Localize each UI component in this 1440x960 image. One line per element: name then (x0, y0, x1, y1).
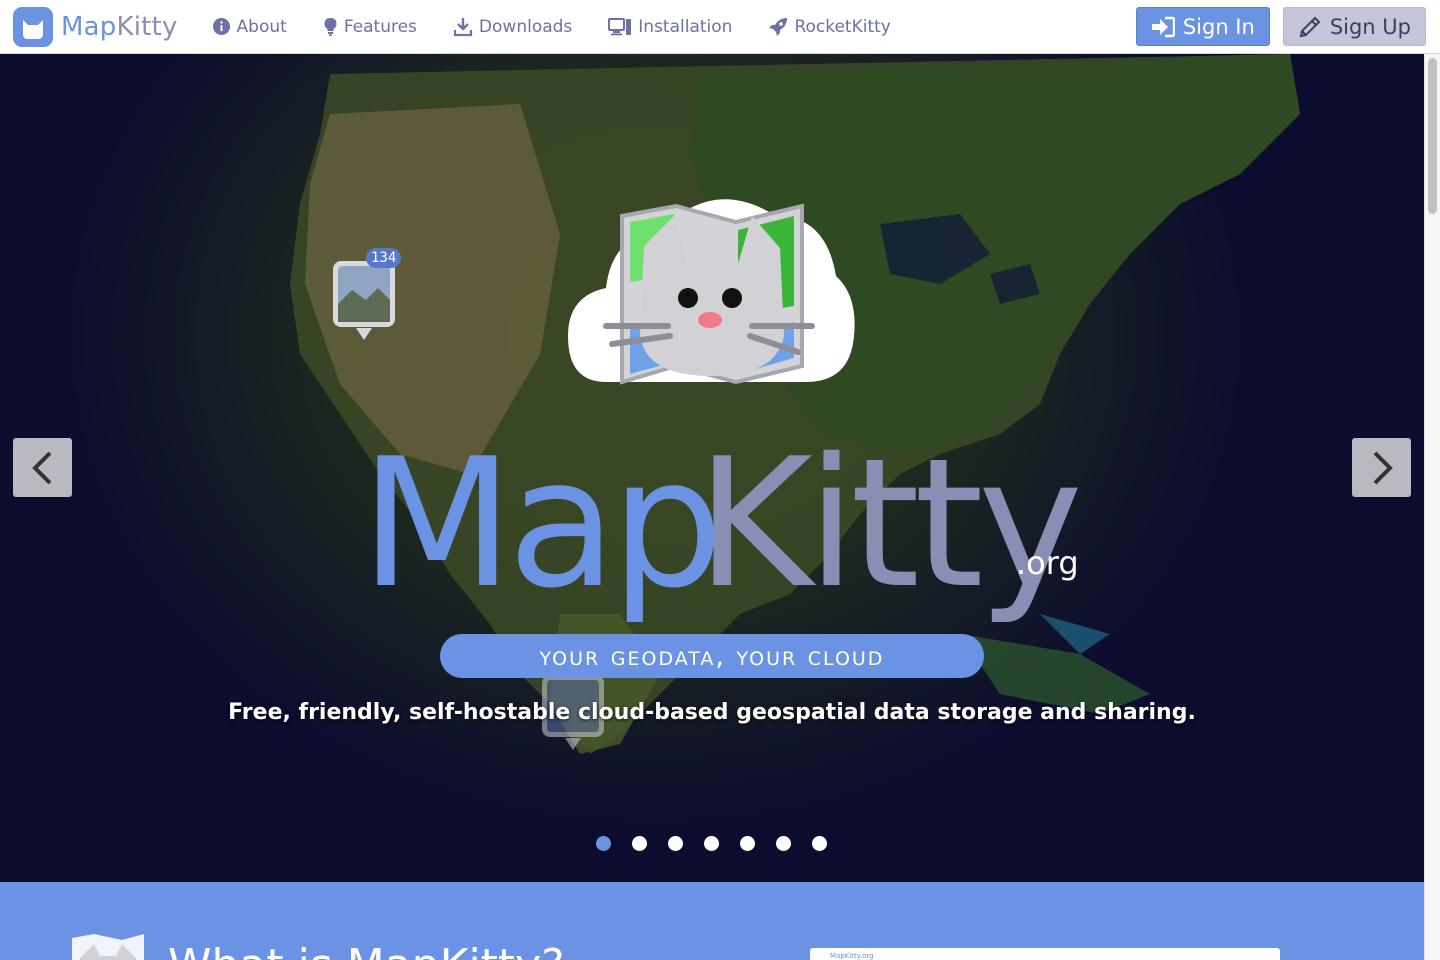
carousel-dot[interactable] (812, 836, 827, 851)
sign-in-button[interactable]: Sign In (1135, 7, 1270, 46)
carousel-dot[interactable] (704, 836, 719, 851)
about-section: What is MapKitty? MapKitty.org (0, 882, 1424, 960)
page-scrollbar[interactable] (1424, 54, 1440, 960)
carousel-next-button[interactable] (1352, 438, 1411, 497)
nav-links: About Features Downloads Installation Ro… (212, 0, 927, 54)
hero-title-map: Map (360, 420, 724, 627)
map-cat-icon (72, 934, 144, 960)
nav-rocketkitty-label: RocketKitty (794, 16, 891, 37)
auth-buttons: Sign In Sign Up (1135, 7, 1426, 46)
nav-installation-label: Installation (638, 16, 733, 37)
nav-installation[interactable]: Installation (608, 0, 732, 54)
download-icon (453, 17, 473, 36)
sign-up-label: Sign Up (1329, 14, 1411, 39)
brand-name-map: Map (61, 11, 117, 42)
hero-carousel: 134 Map Kitty .org your geodata, your cl… (0, 54, 1424, 882)
carousel-dot[interactable] (740, 836, 755, 851)
sign-up-button[interactable]: Sign Up (1282, 7, 1426, 46)
nav-about-label: About (236, 16, 287, 37)
nav-downloads-label: Downloads (478, 16, 573, 37)
brand-name: MapKitty (61, 12, 178, 42)
carousel-dot[interactable] (776, 836, 791, 851)
info-icon (212, 17, 230, 36)
scrollbar-thumb[interactable] (1428, 58, 1437, 214)
hero-title: Map Kitty .org (360, 424, 1120, 624)
map-marker[interactable]: 134 (332, 248, 402, 348)
nav-downloads[interactable]: Downloads (453, 0, 572, 54)
rocket-icon (769, 17, 788, 36)
app-preview-screenshot: MapKitty.org (810, 948, 1280, 960)
hero-domain-suffix: .org (1016, 544, 1079, 582)
preview-title: MapKitty.org (830, 952, 874, 960)
hero-description: Free, friendly, self-hostable cloud-base… (228, 700, 1196, 725)
photo-marker-icon (333, 261, 395, 340)
nav-features-label: Features (343, 16, 417, 37)
nav-rocketkitty[interactable]: RocketKitty (768, 0, 891, 54)
sign-in-icon (1151, 16, 1175, 37)
chevron-left-icon (31, 451, 51, 484)
nav-about[interactable]: About (212, 0, 287, 54)
marker-count-badge: 134 (366, 248, 402, 268)
carousel-dot[interactable] (632, 836, 647, 851)
lightbulb-icon (324, 17, 337, 36)
brand-cat-icon (13, 6, 53, 47)
desktop-icon (608, 17, 632, 35)
carousel-prev-button[interactable] (13, 438, 72, 497)
carousel-dot[interactable] (668, 836, 683, 851)
chevron-right-icon (1373, 451, 1393, 484)
nav-features[interactable]: Features (323, 0, 417, 54)
brand-name-kitty: Kitty (116, 11, 178, 42)
brand-link[interactable]: MapKitty (13, 0, 178, 54)
hero-title-kitty: Kitty (696, 420, 1083, 627)
sign-in-label: Sign In (1182, 14, 1255, 39)
pencil-icon (1299, 16, 1321, 37)
navbar: MapKitty About Features Downloads Instal… (0, 0, 1440, 54)
section-heading: What is MapKitty? (168, 940, 565, 960)
carousel-dot[interactable] (596, 836, 611, 851)
carousel-indicators (596, 836, 848, 851)
mapkitty-mascot-logo (568, 199, 855, 385)
hero-tagline: your geodata, your cloud (440, 634, 984, 678)
